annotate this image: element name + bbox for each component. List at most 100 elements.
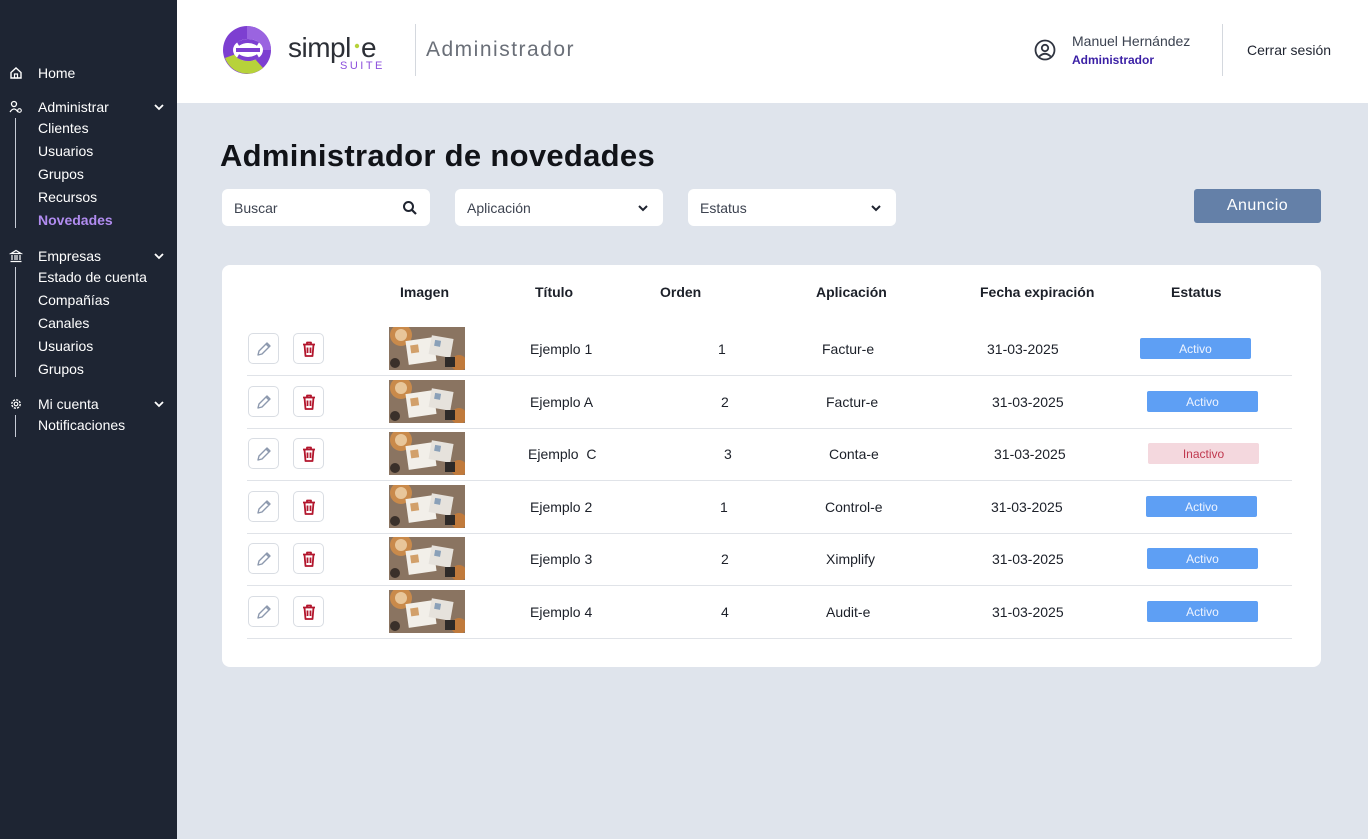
sidebar-item-grupos-empresa[interactable]: Grupos <box>38 359 84 379</box>
cell-aplicacion: Factur-e <box>822 341 875 357</box>
edit-button[interactable] <box>248 333 279 364</box>
cell-fecha: 31-03-2025 <box>992 604 1064 620</box>
table-row: Ejemplo 3 2 Ximplify 31-03-2025 Activo <box>222 534 1321 586</box>
table-row: Ejemplo 2 1 Control-e 31-03-2025 Activo <box>222 482 1321 534</box>
sidebar-item-administrar[interactable]: Administrar <box>0 96 177 118</box>
search-input[interactable]: Buscar <box>222 189 430 226</box>
column-header-aplicacion: Aplicación <box>816 284 887 300</box>
sidebar-item-empresas[interactable]: Empresas <box>0 245 177 267</box>
building-icon <box>8 248 24 264</box>
logout-link[interactable]: Cerrar sesión <box>1247 42 1331 58</box>
cell-orden: 1 <box>718 341 726 357</box>
sidebar-item-estado-de-cuenta[interactable]: Estado de cuenta <box>38 267 147 287</box>
trash-icon <box>302 446 315 462</box>
cell-orden: 1 <box>720 499 728 515</box>
chevron-down-icon[interactable] <box>152 100 166 114</box>
chevron-down-icon <box>871 205 881 212</box>
new-announcement-button[interactable]: Anuncio <box>1194 189 1321 223</box>
row-divider <box>247 480 1292 481</box>
edit-button[interactable] <box>248 438 279 469</box>
header-divider <box>415 24 416 76</box>
cell-titulo: Ejemplo 3 <box>530 551 593 567</box>
sidebar-item-companias[interactable]: Compañías <box>38 290 110 310</box>
sidebar-item-novedades[interactable]: Novedades <box>38 210 113 230</box>
sidebar-item-label: Mi cuenta <box>38 396 99 412</box>
sidebar-item-mi-cuenta[interactable]: Mi cuenta <box>0 393 177 415</box>
cell-orden: 2 <box>721 394 729 410</box>
trash-icon <box>302 341 315 357</box>
news-thumbnail[interactable] <box>389 590 465 633</box>
section-title: Administrador <box>426 38 576 61</box>
sidebar-item-usuarios-empresa[interactable]: Usuarios <box>38 336 93 356</box>
home-icon <box>8 65 24 81</box>
cell-titulo: Ejemplo C <box>528 446 597 462</box>
svg-text:simpl: simpl <box>288 32 351 63</box>
sidebar-item-home[interactable]: Home <box>0 62 177 84</box>
cell-aplicacion: Ximplify <box>826 551 876 567</box>
news-thumbnail[interactable] <box>389 380 465 423</box>
news-thumbnail[interactable] <box>389 432 465 475</box>
pencil-icon <box>256 446 271 461</box>
status-badge: Activo <box>1147 391 1258 412</box>
column-header-fecha: Fecha expiración <box>980 284 1095 300</box>
cell-fecha: 31-03-2025 <box>992 394 1064 410</box>
cell-fecha: 31-03-2025 <box>992 551 1064 567</box>
delete-button[interactable] <box>293 333 324 364</box>
sidebar-tree-line <box>15 415 16 437</box>
news-thumbnail[interactable] <box>389 485 465 528</box>
sidebar-item-grupos[interactable]: Grupos <box>38 164 84 184</box>
table-row: Ejemplo A 2 Factur-e 31-03-2025 Activo <box>222 377 1321 429</box>
cell-fecha: 31-03-2025 <box>994 446 1066 462</box>
sidebar-item-usuarios[interactable]: Usuarios <box>38 141 93 161</box>
search-icon[interactable] <box>402 200 418 216</box>
status-select-value: Estatus <box>700 199 747 216</box>
column-header-titulo: Título <box>535 284 574 300</box>
news-thumbnail[interactable] <box>389 327 465 370</box>
edit-button[interactable] <box>248 491 279 522</box>
sidebar-item-clientes[interactable]: Clientes <box>38 118 89 138</box>
cell-titulo: Ejemplo A <box>530 394 594 410</box>
status-select[interactable]: Estatus <box>688 189 896 226</box>
news-thumbnail[interactable] <box>389 537 465 580</box>
sidebar-item-canales[interactable]: Canales <box>38 313 89 333</box>
edit-button[interactable] <box>248 543 279 574</box>
sidebar: Home Administrar Clientes Usuarios Grupo… <box>0 0 177 839</box>
chevron-down-icon[interactable] <box>152 397 166 411</box>
delete-button[interactable] <box>293 491 324 522</box>
table-row: Ejemplo 4 4 Audit-e 31-03-2025 Activo <box>222 587 1321 639</box>
trash-icon <box>302 499 315 515</box>
row-divider <box>247 638 1292 639</box>
cell-fecha: 31-03-2025 <box>991 499 1063 515</box>
cell-orden: 3 <box>724 446 732 462</box>
cell-orden: 2 <box>721 551 729 567</box>
sidebar-tree-line <box>15 267 16 377</box>
column-header-imagen: Imagen <box>400 284 450 300</box>
delete-button[interactable] <box>293 543 324 574</box>
sidebar-item-recursos[interactable]: Recursos <box>38 187 97 207</box>
pencil-icon <box>256 551 271 566</box>
sidebar-tree-line <box>15 118 16 228</box>
sidebar-item-notificaciones[interactable]: Notificaciones <box>38 415 125 435</box>
user-name: Manuel Hernández <box>1072 33 1191 49</box>
status-badge: Activo <box>1140 338 1251 359</box>
application-select[interactable]: Aplicación <box>455 189 663 226</box>
pencil-icon <box>256 499 271 514</box>
cell-orden: 4 <box>721 604 729 620</box>
cell-fecha: 31-03-2025 <box>987 341 1059 357</box>
edit-button[interactable] <box>248 386 279 417</box>
pencil-icon <box>256 341 271 356</box>
simple-suite-logo[interactable]: simpl e SUITE <box>222 24 392 76</box>
edit-button[interactable] <box>248 596 279 627</box>
chevron-down-icon[interactable] <box>152 249 166 263</box>
sidebar-item-label: Administrar <box>38 99 109 115</box>
user-circle-icon[interactable] <box>1034 39 1056 61</box>
delete-button[interactable] <box>293 438 324 469</box>
delete-button[interactable] <box>293 386 324 417</box>
row-divider <box>247 585 1292 586</box>
svg-text:e: e <box>361 32 377 63</box>
search-placeholder: Buscar <box>234 199 278 216</box>
table-row: Ejemplo 1 1 Factur-e 31-03-2025 Activo <box>222 324 1321 376</box>
news-table: Imagen Título Orden Aplicación Fecha exp… <box>222 265 1321 667</box>
cell-titulo: Ejemplo 4 <box>530 604 593 620</box>
delete-button[interactable] <box>293 596 324 627</box>
